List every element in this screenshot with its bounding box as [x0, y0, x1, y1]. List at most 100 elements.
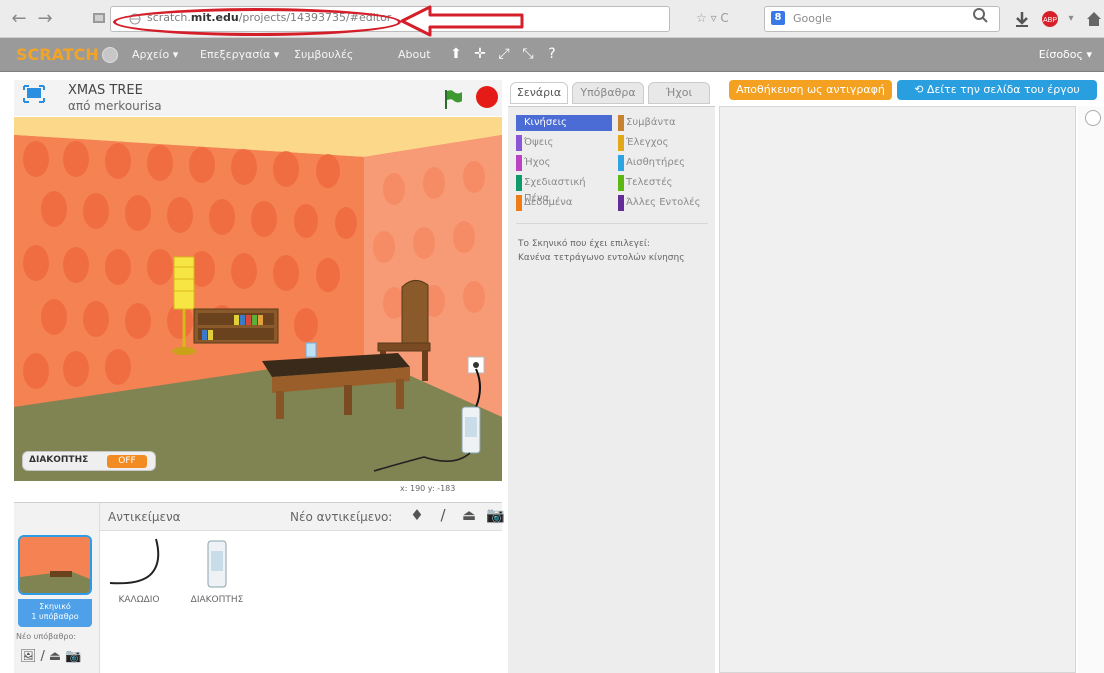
- scratch-logo[interactable]: SCRATCH: [16, 45, 99, 64]
- category-color-swatch: [618, 135, 624, 151]
- see-project-page-label: Δείτε την σελίδα του έργου: [926, 83, 1080, 96]
- stop-button[interactable]: [476, 86, 498, 108]
- variable-monitor[interactable]: ΔΙΑΚΟΠΤΗΣ OFF: [22, 451, 156, 471]
- sprite-switch[interactable]: [182, 537, 252, 597]
- tab-sounds[interactable]: Ήχοι: [648, 82, 710, 104]
- category-1[interactable]: Κινήσεις: [516, 115, 612, 131]
- backdrop-library-icon[interactable]: 🖼: [20, 649, 37, 664]
- cut-tool-icon[interactable]: ✛: [472, 46, 488, 62]
- category-10[interactable]: Άλλες Εντολές: [618, 195, 714, 211]
- category-label: Τελεστές: [626, 177, 673, 188]
- scripts-scrollbar[interactable]: [1078, 106, 1104, 673]
- bookmark-star-icon[interactable]: ☆ ▿ C: [696, 11, 729, 25]
- category-color-swatch: [516, 115, 522, 131]
- category-8[interactable]: Τελεστές: [618, 175, 714, 191]
- category-color-swatch: [516, 195, 522, 211]
- variable-value: OFF: [107, 455, 147, 468]
- sprite-switch-label: ΔΙΑΚΟΠΤΗΣ: [190, 595, 244, 605]
- help-tool-icon[interactable]: ?: [544, 46, 560, 62]
- palette-message-line1: Το Σκηνικό που έχει επιλεγεί:: [518, 239, 650, 249]
- blocks-palette: Κινήσεις Συμβάντα Όψεις Έλεγχος Ήχος Αισθητήρ…: [508, 106, 715, 673]
- palette-message-line2: Κανένα τετράγωνο εντολών κίνησης: [518, 253, 685, 263]
- project-title[interactable]: XMAS TREE: [68, 83, 143, 98]
- stage-thumb-label: Σκηνικό 1 υπόβαθρο: [18, 599, 92, 627]
- paint-backdrop-icon[interactable]: /: [41, 649, 45, 664]
- camera-sprite-icon[interactable]: 📷: [486, 506, 505, 524]
- sprite-library-icon[interactable]: ♦: [408, 506, 426, 524]
- upload-sprite-icon[interactable]: ⏏: [460, 506, 478, 524]
- cable-sprite-icon: [109, 538, 160, 585]
- scratch-menubar: SCRATCH Αρχείο ▾ Επεξεργασία ▾ Συμβουλές…: [0, 38, 1104, 72]
- new-backdrop-tools: 🖼 / ⏏ 📷: [20, 649, 81, 664]
- search-field[interactable]: 8 Google: [764, 6, 1000, 32]
- mouse-coords: x: 190 y: -183: [400, 484, 456, 493]
- save-copy-button[interactable]: Αποθήκευση ως αντιγραφή: [729, 80, 892, 100]
- script-area[interactable]: [719, 106, 1076, 673]
- upload-backdrop-icon[interactable]: ⏏: [49, 649, 61, 664]
- palette-divider: [516, 223, 708, 224]
- category-9[interactable]: Δεδομένα: [516, 195, 612, 211]
- category-label: Κινήσεις: [524, 117, 567, 128]
- tab-scripts[interactable]: Σενάρια: [510, 82, 568, 104]
- chevron-down-icon[interactable]: ▾: [1060, 8, 1082, 30]
- stage-column: Σκηνικό 1 υπόβαθρο Νέο υπόβαθρο: 🖼 / ⏏ 📷: [14, 503, 100, 673]
- fullscreen-icon[interactable]: [22, 84, 46, 104]
- palette-message: Το Σκηνικό που έχει επιλεγεί: Κανένα τετ…: [518, 237, 708, 265]
- stage[interactable]: ΔΙΑΚΟΠΤΗΣ OFF: [14, 117, 502, 481]
- shrink-tool-icon[interactable]: ⤡: [520, 46, 536, 62]
- see-project-page-button[interactable]: ⟲ Δείτε την σελίδα του έργου: [897, 80, 1097, 100]
- category-4[interactable]: Έλεγχος: [618, 135, 714, 151]
- new-sprite-tools: ♦ / ⏏ 📷: [408, 506, 504, 524]
- zoom-reset-icon[interactable]: [1085, 110, 1101, 126]
- new-sprite-label: Νέο αντικείμενο:: [290, 510, 393, 524]
- category-color-swatch: [618, 155, 624, 171]
- addon-icon[interactable]: ABP: [1040, 9, 1060, 29]
- camera-backdrop-icon[interactable]: 📷: [65, 649, 81, 664]
- category-color-swatch: [618, 175, 624, 191]
- download-icon[interactable]: [1012, 9, 1032, 29]
- grow-tool-icon[interactable]: ⤢: [496, 46, 512, 62]
- tab-backdrops[interactable]: Υπόβαθρα: [572, 82, 644, 104]
- category-label: Άλλες Εντολές: [626, 197, 701, 208]
- paint-sprite-icon[interactable]: /: [434, 506, 452, 524]
- category-color-swatch: [516, 155, 522, 171]
- category-color-swatch: [618, 115, 624, 131]
- home-icon[interactable]: [1084, 9, 1104, 29]
- stage-header: XMAS TREE από merkourisa: [14, 80, 502, 116]
- category-7[interactable]: Σχεδιαστική Πένα: [516, 175, 612, 204]
- sprite-tools: ⬆ ✛ ⤢ ⤡ ?: [448, 46, 560, 62]
- arrow-annotation: [400, 5, 524, 37]
- sprite-cable-label: ΚΑΛΩΔΙΟ: [118, 595, 160, 605]
- svg-text:ABP: ABP: [1043, 17, 1057, 24]
- search-engine-label: Google: [793, 12, 832, 25]
- project-author: από merkourisa: [68, 99, 162, 113]
- category-2[interactable]: Συμβάντα: [618, 115, 714, 131]
- category-label: Αισθητήρες: [626, 157, 685, 168]
- switch-sprite-icon: [207, 540, 227, 588]
- green-flag-icon[interactable]: [442, 88, 464, 110]
- sprite-cable[interactable]: [104, 537, 174, 597]
- google-logo-icon: 8: [771, 11, 785, 25]
- category-label: Συμβάντα: [626, 117, 676, 128]
- category-6[interactable]: Αισθητήρες: [618, 155, 714, 171]
- language-globe-icon[interactable]: [102, 47, 118, 63]
- search-icon[interactable]: [972, 7, 988, 23]
- category-3[interactable]: Όψεις: [516, 135, 612, 151]
- sprites-title: Αντικείμενα: [108, 510, 181, 524]
- forward-icon[interactable]: →: [34, 8, 56, 30]
- category-label: Δεδομένα: [524, 197, 573, 208]
- category-5[interactable]: Ήχος: [516, 155, 612, 171]
- login-menu[interactable]: Είσοδος ▾: [1039, 48, 1092, 61]
- sprites-pane: Σκηνικό 1 υπόβαθρο Νέο υπόβαθρο: 🖼 / ⏏ 📷…: [14, 502, 505, 673]
- menu-edit[interactable]: Επεξεργασία ▾: [200, 48, 279, 61]
- stage-thumb-image: [20, 537, 90, 593]
- new-backdrop-label: Νέο υπόβαθρο:: [16, 632, 77, 641]
- back-icon[interactable]: ←: [8, 8, 30, 30]
- page-icon: [93, 13, 105, 23]
- stage-thumbnail[interactable]: [18, 535, 92, 595]
- duplicate-tool-icon[interactable]: ⬆: [448, 46, 464, 62]
- menu-file[interactable]: Αρχείο ▾: [132, 48, 178, 61]
- menu-tips[interactable]: Συμβουλές: [294, 48, 353, 61]
- menu-about[interactable]: About: [398, 48, 431, 61]
- category-color-swatch: [618, 195, 624, 211]
